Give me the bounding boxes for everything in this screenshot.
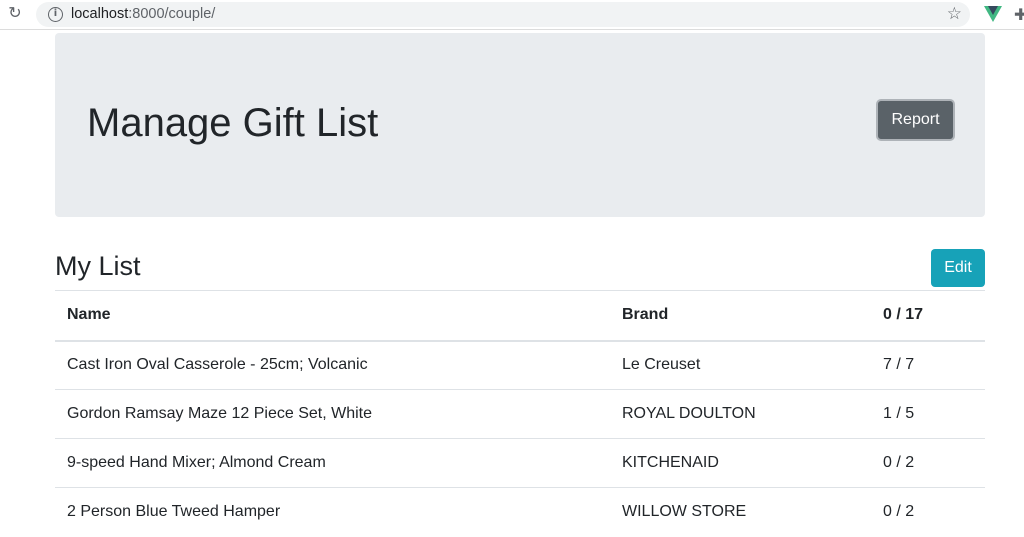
table-row[interactable]: 9-speed Hand Mixer; Almond Cream KITCHEN… [55, 438, 985, 488]
table-row[interactable]: Cast Iron Oval Casserole - 25cm; Volcani… [55, 340, 985, 390]
page-title: Manage Gift List [87, 101, 379, 145]
cell-name: Cast Iron Oval Casserole - 25cm; Volcani… [55, 340, 610, 390]
vue-devtools-icon[interactable] [984, 6, 1002, 22]
url-path: :8000/couple/ [128, 6, 216, 22]
cell-brand: KITCHENAID [610, 438, 871, 488]
cell-quantity: 1 / 5 [871, 389, 985, 439]
cell-quantity: 7 / 7 [871, 340, 985, 390]
table-row[interactable]: Gordon Ramsay Maze 12 Piece Set, White R… [55, 389, 985, 439]
url-text[interactable]: localhost:8000/couple/ [71, 6, 215, 22]
cell-name: 9-speed Hand Mixer; Almond Cream [55, 438, 610, 488]
report-button[interactable]: Report [876, 99, 955, 141]
browser-toolbar: ↻ i localhost:8000/couple/ ☆ ✚ [0, 0, 1024, 30]
cell-name: 2 Person Blue Tweed Hamper [55, 487, 610, 537]
column-header-quantity[interactable]: 0 / 17 [871, 290, 985, 342]
star-icon[interactable]: ☆ [947, 4, 962, 24]
column-header-name[interactable]: Name [55, 290, 610, 342]
cell-quantity: 0 / 2 [871, 438, 985, 488]
cell-brand: WILLOW STORE [610, 487, 871, 537]
address-bar[interactable]: i localhost:8000/couple/ ☆ [36, 2, 970, 27]
edit-button[interactable]: Edit [931, 249, 985, 287]
cell-quantity: 0 / 2 [871, 487, 985, 537]
url-host: localhost [71, 6, 129, 22]
table-header-row: Name Brand 0 / 17 [55, 290, 985, 342]
reload-icon[interactable]: ↻ [6, 5, 24, 23]
info-icon[interactable]: i [48, 7, 63, 22]
list-title: My List [55, 251, 141, 281]
cell-brand: Le Creuset [610, 340, 871, 390]
column-header-brand[interactable]: Brand [610, 290, 871, 342]
cell-name: Gordon Ramsay Maze 12 Piece Set, White [55, 389, 610, 439]
page-header-jumbotron: Manage Gift List Report [55, 33, 985, 217]
table-row[interactable]: 2 Person Blue Tweed Hamper WILLOW STORE … [55, 487, 985, 537]
gift-list-table: Name Brand 0 / 17 Cast Iron Oval Cassero… [55, 290, 985, 537]
cell-brand: ROYAL DOULTON [610, 389, 871, 439]
extension-icon[interactable]: ✚ [1014, 5, 1024, 24]
